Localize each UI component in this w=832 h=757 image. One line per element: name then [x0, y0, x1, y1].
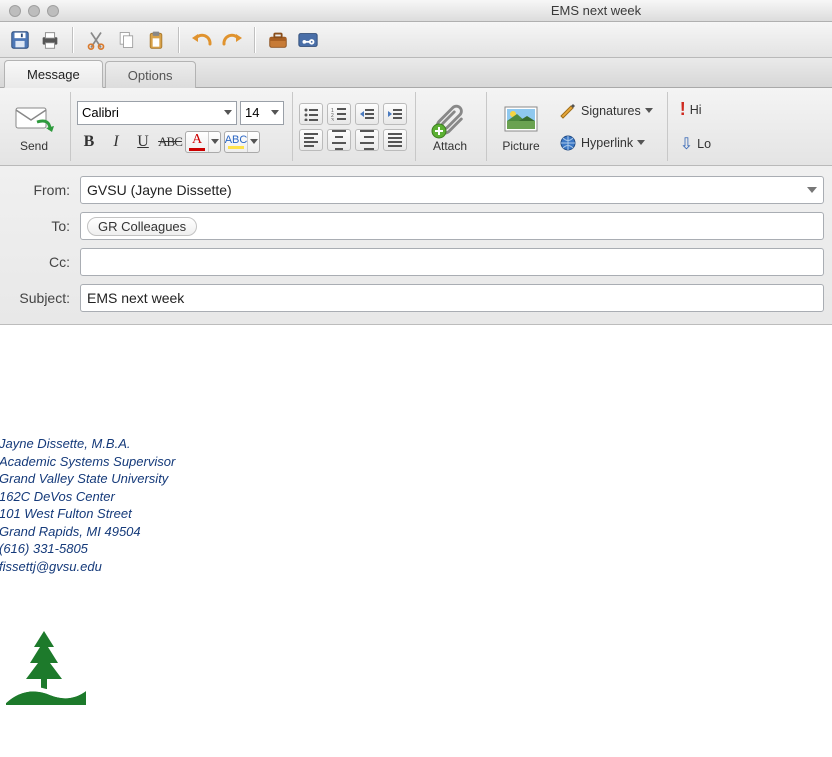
send-label: Send [20, 139, 48, 153]
high-priority-button[interactable]: ! Hi [674, 97, 717, 123]
attach-label: Attach [433, 139, 467, 153]
font-size-select[interactable]: 14 [240, 101, 284, 125]
from-label: From: [8, 182, 80, 198]
hyperlink-label: Hyperlink [581, 136, 633, 150]
high-priority-label: Hi [690, 103, 702, 117]
redo-icon[interactable] [218, 26, 246, 54]
chevron-down-icon [645, 108, 653, 113]
signatures-button[interactable]: Signatures [553, 98, 659, 124]
tab-message[interactable]: Message [4, 60, 103, 88]
align-right-button[interactable] [355, 129, 379, 151]
signatures-label: Signatures [581, 104, 641, 118]
font-color-button[interactable]: A [185, 131, 221, 153]
chevron-down-icon [211, 139, 219, 144]
align-justify-button[interactable] [383, 129, 407, 151]
from-value: GVSU (Jayne Dissette) [87, 182, 232, 198]
close-window-button[interactable] [9, 5, 21, 17]
signature-block: Jayne Dissette, M.B.A. Academic Systems … [0, 435, 832, 575]
signature-phone: (616) 331-5805 [0, 540, 832, 558]
subject-label: Subject: [8, 290, 80, 306]
increase-indent-button[interactable] [383, 103, 407, 125]
underline-button[interactable]: U [131, 131, 155, 153]
to-field[interactable]: GR Colleagues [80, 212, 824, 240]
signature-title: Academic Systems Supervisor [0, 453, 832, 471]
chevron-down-icon [637, 140, 645, 145]
cc-label: Cc: [8, 254, 80, 270]
window-title: EMS next week [0, 3, 832, 18]
signature-addr2: 101 West Fulton Street [0, 505, 832, 523]
align-left-button[interactable] [299, 129, 323, 151]
low-priority-button[interactable]: ⇩ Lo [674, 131, 717, 157]
low-priority-label: Lo [697, 137, 711, 151]
exclamation-icon: ! [680, 99, 686, 120]
logo-tree-icon [6, 625, 832, 708]
align-center-button[interactable] [327, 129, 351, 151]
numbered-list-button[interactable]: 123 [327, 103, 351, 125]
from-field[interactable]: GVSU (Jayne Dissette) [80, 176, 824, 204]
picture-button[interactable]: Picture [493, 95, 549, 159]
send-button[interactable]: Send [6, 95, 62, 159]
to-label: To: [8, 218, 80, 234]
signature-citystate: Grand Rapids, MI 49504 [0, 523, 832, 541]
picture-icon [503, 101, 539, 137]
message-headers: From: GVSU (Jayne Dissette) To: GR Colle… [0, 166, 832, 325]
quick-toolbar [0, 22, 832, 58]
copy-icon[interactable] [112, 26, 140, 54]
strikethrough-button[interactable]: ABC [158, 131, 182, 153]
bulleted-list-button[interactable] [299, 103, 323, 125]
italic-button[interactable]: I [104, 131, 128, 153]
cut-icon[interactable] [82, 26, 110, 54]
signature-org: Grand Valley State University [0, 470, 832, 488]
svg-text:3: 3 [331, 118, 334, 121]
attach-button[interactable]: Attach [422, 95, 478, 159]
ribbon-tabs: Message Options [0, 58, 832, 88]
recipient-token[interactable]: GR Colleagues [87, 217, 197, 236]
window-titlebar: EMS next week [0, 0, 832, 22]
font-family-value: Calibri [82, 105, 119, 120]
chevron-down-icon [807, 187, 817, 193]
subject-field[interactable]: EMS next week [80, 284, 824, 312]
subject-value: EMS next week [87, 290, 184, 306]
send-mail-icon [14, 101, 54, 137]
highlight-color-button[interactable]: ABC [224, 131, 260, 153]
signature-name: Jayne Dissette, M.B.A. [0, 435, 832, 453]
bold-button[interactable]: B [77, 131, 101, 153]
picture-label: Picture [502, 139, 539, 153]
arrow-down-icon: ⇩ [680, 134, 693, 154]
chevron-down-icon [271, 110, 279, 115]
font-family-select[interactable]: Calibri [77, 101, 237, 125]
traffic-lights [0, 5, 59, 17]
ribbon: Send Calibri 14 B I U ABC A ABC [0, 88, 832, 166]
signature-addr1: 162C DeVos Center [0, 488, 832, 506]
paperclip-icon [433, 101, 467, 137]
chevron-down-icon [224, 110, 232, 115]
hyperlink-button[interactable]: Hyperlink [553, 130, 659, 156]
decrease-indent-button[interactable] [355, 103, 379, 125]
chevron-down-icon [250, 139, 258, 144]
undo-icon[interactable] [188, 26, 216, 54]
print-icon[interactable] [36, 26, 64, 54]
paste-icon[interactable] [142, 26, 170, 54]
tab-options[interactable]: Options [105, 61, 196, 88]
media-browser-icon[interactable] [294, 26, 322, 54]
signature-icon [559, 102, 577, 120]
save-icon[interactable] [6, 26, 34, 54]
toolbox-icon[interactable] [264, 26, 292, 54]
message-body[interactable]: Jayne Dissette, M.B.A. Academic Systems … [0, 325, 832, 708]
globe-icon [559, 134, 577, 152]
cc-field[interactable] [80, 248, 824, 276]
signature-email: fissettj@gvsu.edu [0, 558, 832, 576]
minimize-window-button[interactable] [28, 5, 40, 17]
font-size-value: 14 [245, 105, 259, 120]
zoom-window-button[interactable] [47, 5, 59, 17]
